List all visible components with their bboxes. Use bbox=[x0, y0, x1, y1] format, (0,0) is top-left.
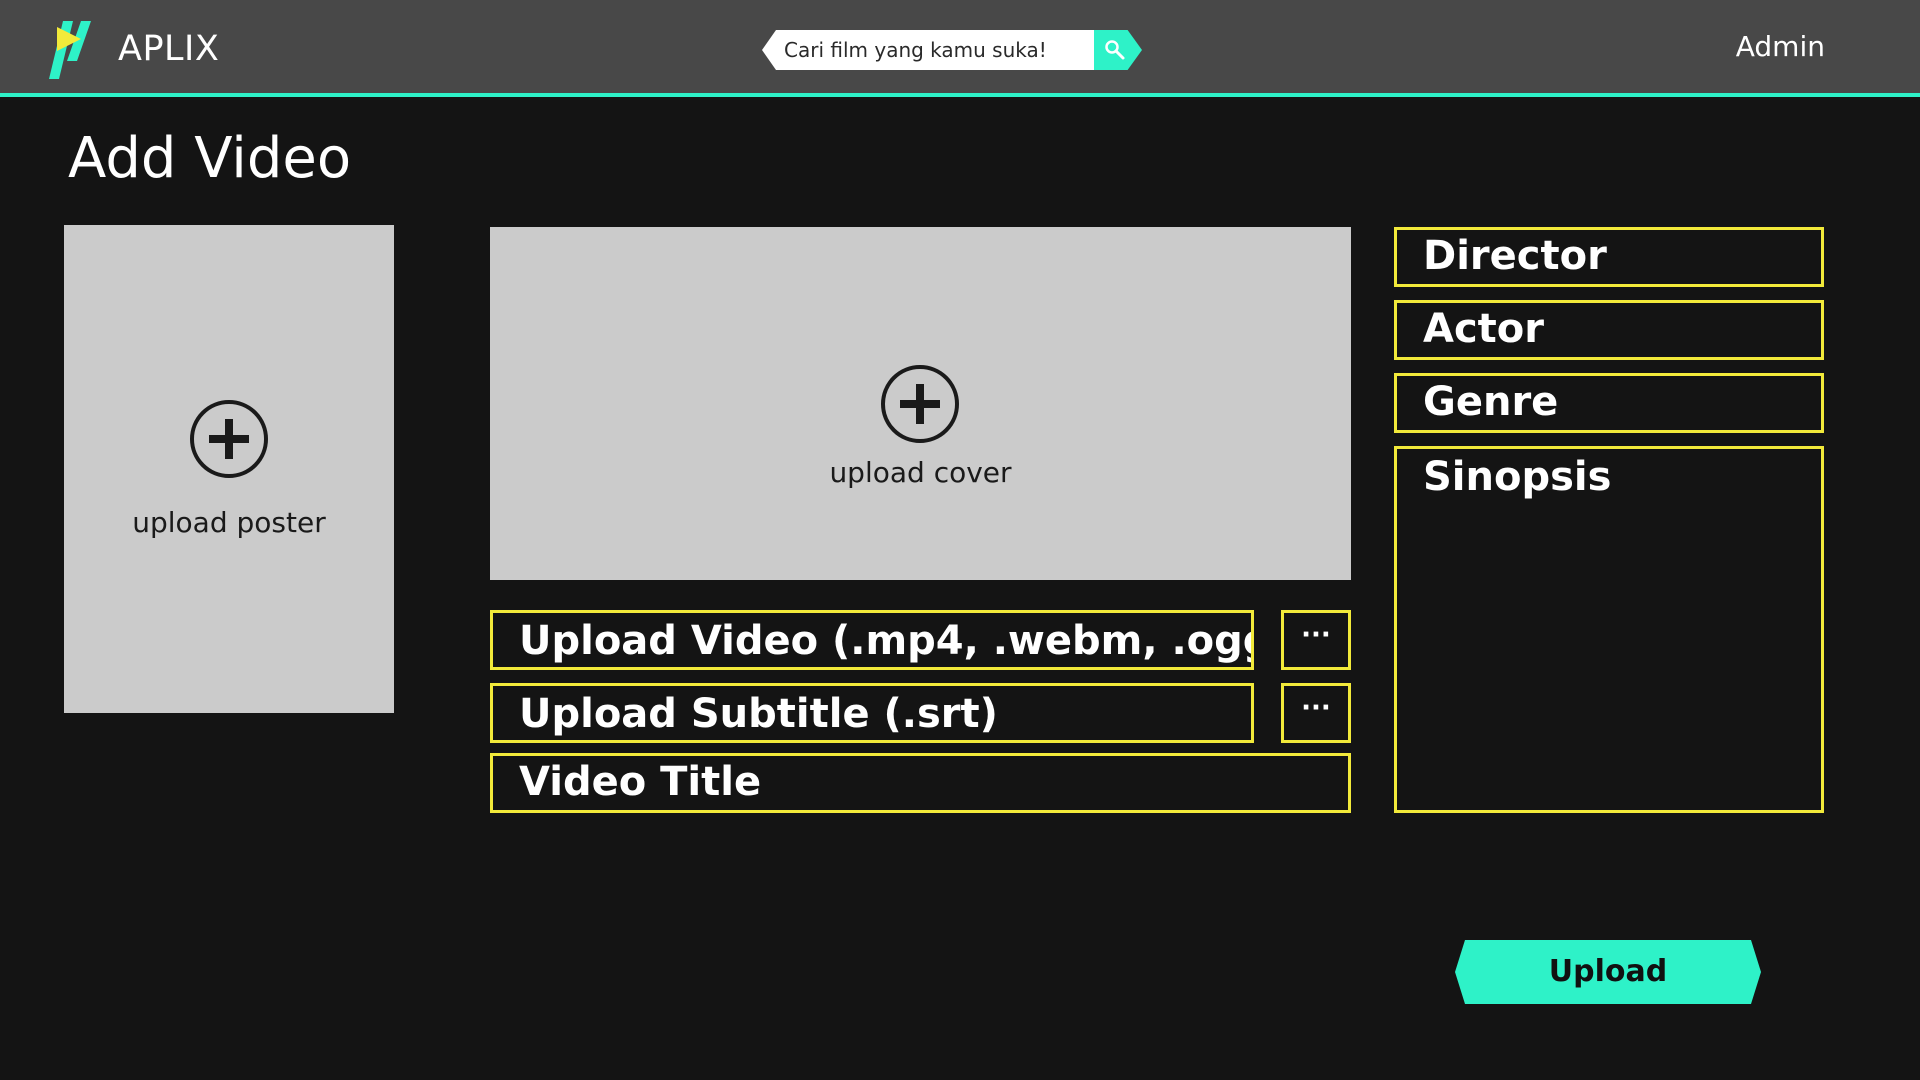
search-field bbox=[762, 30, 1094, 70]
sinopsis-textarea[interactable]: Sinopsis bbox=[1394, 446, 1824, 813]
actor-input[interactable]: Actor bbox=[1394, 300, 1824, 360]
plus-circle-icon bbox=[190, 400, 268, 478]
upload-video-field[interactable]: Upload Video (.mp4, .webm, .ogg) bbox=[490, 610, 1254, 670]
browse-video-button[interactable]: ··· bbox=[1281, 610, 1351, 670]
search-icon bbox=[1105, 40, 1125, 60]
upload-cover-dropzone[interactable]: upload cover bbox=[490, 227, 1351, 580]
search-bar bbox=[762, 30, 1142, 70]
plus-circle-icon bbox=[881, 365, 959, 443]
brand-name[interactable]: APLIX bbox=[118, 28, 219, 70]
user-menu[interactable]: Admin bbox=[1736, 27, 1825, 67]
genre-input[interactable]: Genre bbox=[1394, 373, 1824, 433]
page-title: Add Video bbox=[68, 126, 352, 191]
upload-button[interactable]: Upload bbox=[1455, 940, 1761, 1004]
upload-subtitle-field[interactable]: Upload Subtitle (.srt) bbox=[490, 683, 1254, 743]
search-button[interactable] bbox=[1094, 30, 1142, 70]
upload-poster-label: upload poster bbox=[132, 506, 326, 539]
aplix-logo[interactable] bbox=[47, 21, 95, 79]
upload-cover-label: upload cover bbox=[829, 456, 1012, 489]
upload-poster-dropzone[interactable]: upload poster bbox=[64, 225, 394, 713]
search-input[interactable] bbox=[784, 30, 1084, 70]
director-input[interactable]: Director bbox=[1394, 227, 1824, 287]
video-title-input[interactable]: Video Title bbox=[490, 753, 1351, 813]
browse-subtitle-button[interactable]: ··· bbox=[1281, 683, 1351, 743]
top-bar: APLIX Admin bbox=[0, 0, 1920, 97]
